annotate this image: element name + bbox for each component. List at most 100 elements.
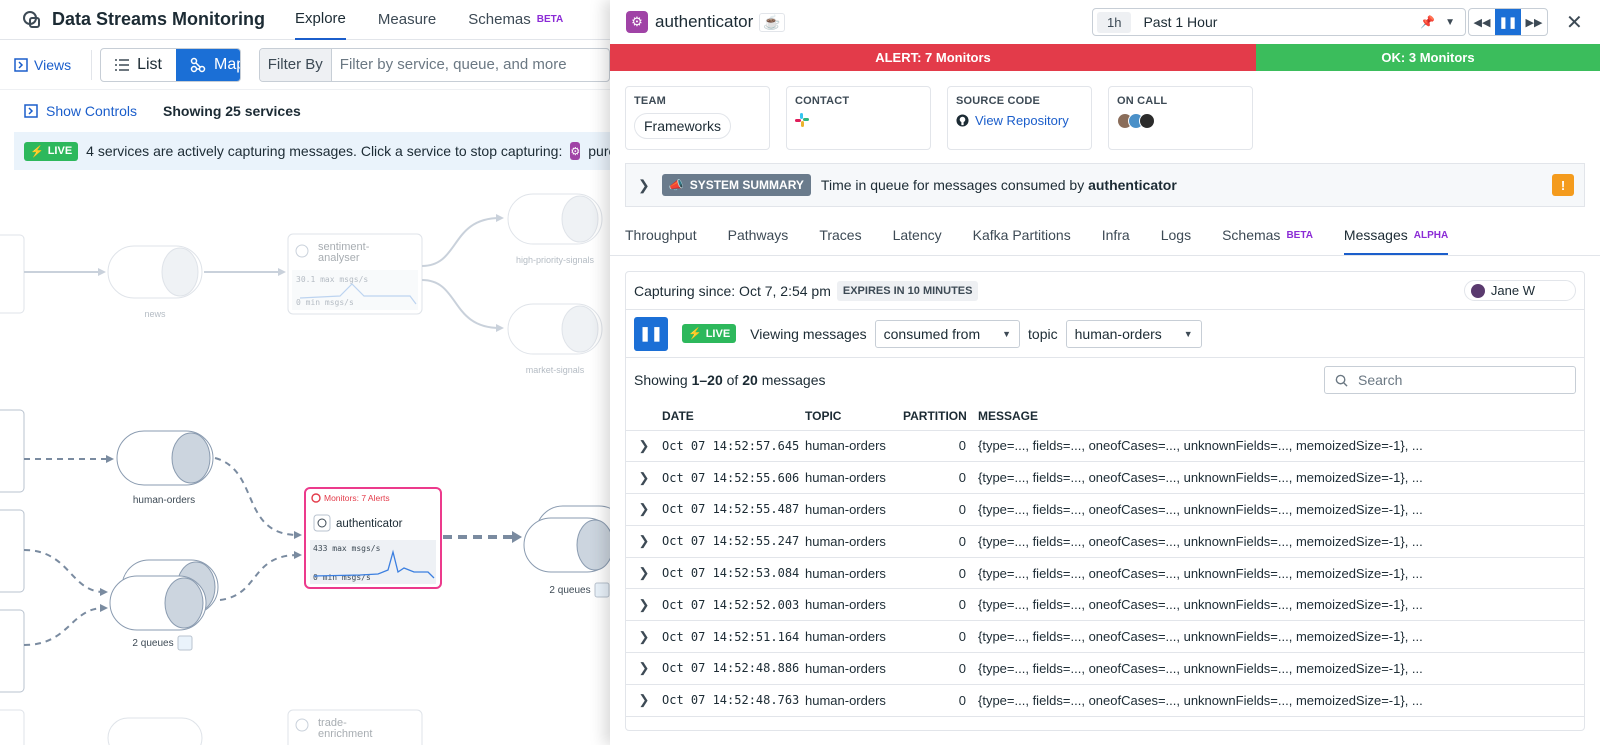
tab-kafka-partitions[interactable]: Kafka Partitions [973, 218, 1071, 255]
system-summary[interactable]: ❯ 📣 SYSTEM SUMMARY Time in queue for mess… [625, 163, 1585, 207]
offscreen-node[interactable] [0, 509, 25, 593]
table-row[interactable]: ❯ Oct 07 14:52:48.763 human-orders 0 {type=.… [626, 684, 1584, 717]
tab-latency[interactable]: Latency [893, 218, 942, 255]
column-header-topic[interactable]: TOPIC [805, 402, 903, 431]
offscreen-node[interactable] [0, 609, 25, 693]
live-message: 4 services are actively capturing messag… [86, 143, 563, 159]
beta-tag: BETA [1286, 230, 1313, 241]
arrow-head [512, 531, 522, 543]
edge [23, 549, 105, 593]
queue-human-orders[interactable] [116, 430, 214, 486]
expand-row-chevron-icon[interactable]: ❯ [626, 430, 662, 463]
tab-infra[interactable]: Infra [1102, 218, 1130, 255]
expand-row-chevron-icon[interactable]: ❯ [626, 684, 662, 717]
tab-label: Messages [1343, 227, 1408, 243]
column-header-partition[interactable]: PARTITION [903, 402, 978, 431]
tab-pathways[interactable]: Pathways [728, 218, 789, 255]
nav-tab-schemas[interactable]: Schemas BETA [468, 0, 563, 40]
service-node-trade-enrichment[interactable]: trade- enrichment [0, 709, 423, 745]
expand-queues-button[interactable] [177, 635, 193, 651]
chevron-right-icon[interactable]: ❯ [638, 177, 650, 194]
warning-icon: ! [1552, 174, 1574, 196]
cell-partition: 0 [903, 461, 978, 495]
table-row[interactable]: ❯ Oct 07 14:52:57.645 human-orders 0 {type=.… [626, 430, 1584, 463]
team-pill[interactable]: Frameworks [634, 113, 732, 139]
rewind-button[interactable]: ◀◀ [1469, 9, 1495, 35]
cell-date: Oct 07 14:52:52.003 [662, 588, 805, 622]
queue-high-priority-signals[interactable] [507, 193, 603, 245]
tab-throughput[interactable]: Throughput [625, 218, 697, 255]
service-node-authenticator[interactable]: Monitors: 7 Alerts authenticator 433 max… [304, 487, 442, 589]
cell-partition: 0 [903, 684, 978, 717]
nav-tab-label: Explore [295, 10, 346, 27]
offscreen-node[interactable] [0, 409, 25, 493]
expand-row-chevron-icon[interactable]: ❯ [626, 493, 662, 526]
time-range-picker[interactable]: 1h Past 1 Hour 📌 ▼ [1092, 8, 1466, 36]
column-header-message[interactable]: MESSAGE [978, 402, 1584, 431]
pause-capture-button[interactable]: ❚❚ [634, 316, 668, 351]
expand-row-chevron-icon[interactable]: ❯ [626, 652, 662, 685]
faded-map-region: news sentiment- analyser 30.1 max msgs/s… [0, 193, 603, 375]
tab-schemas[interactable]: Schemas BETA [1222, 218, 1313, 255]
live-badge-label: LIVE [705, 327, 731, 340]
direction-select[interactable]: consumed from ▼ [874, 319, 1021, 348]
expand-row-chevron-icon[interactable]: ❯ [626, 557, 662, 590]
table-row[interactable]: ❯ Oct 07 14:52:53.084 human-orders 0 {type=.… [626, 557, 1584, 590]
service-node-sentiment-analyser[interactable]: sentiment- analyser 30.1 max msgs/s 0 mi… [287, 233, 423, 315]
expand-queues-button[interactable] [594, 582, 610, 598]
table-row[interactable]: ❯ Oct 07 14:52:51.164 human-orders 0 {type=.… [626, 620, 1584, 654]
user-chip[interactable]: Jane W [1463, 280, 1576, 301]
fast-forward-button[interactable]: ▶▶ [1521, 9, 1547, 35]
cell-message: {type=..., fields=..., oneofCases=..., u… [978, 461, 1584, 495]
filter-input[interactable]: Filter by service, queue, and more [332, 56, 567, 73]
system-summary-badge-label: SYSTEM SUMMARY [689, 178, 804, 192]
table-row[interactable]: ❯ Oct 07 14:52:55.487 human-orders 0 {type=.… [626, 493, 1584, 526]
column-header-date[interactable]: DATE [662, 402, 805, 431]
tab-label: Traces [819, 227, 862, 243]
queue-group-left[interactable] [109, 559, 219, 631]
map-view-button[interactable]: Map [176, 48, 240, 81]
queue-group-right[interactable] [523, 505, 610, 573]
expand-row-chevron-icon[interactable]: ❯ [626, 525, 662, 558]
expand-row-chevron-icon[interactable]: ❯ [626, 461, 662, 495]
views-button[interactable]: Views [14, 49, 93, 80]
tab-logs[interactable]: Logs [1161, 218, 1191, 255]
queue-market-signals[interactable] [507, 303, 603, 355]
edge [421, 279, 501, 329]
table-row[interactable]: ❯ Oct 07 14:52:48.886 human-orders 0 {type=.… [626, 652, 1584, 685]
ok-monitors-segment[interactable]: OK: 3 Monitors [1256, 44, 1600, 71]
filter-bar[interactable]: Filter By Filter by service, queue, and … [258, 47, 610, 82]
show-controls-link[interactable]: Show Controls [46, 103, 137, 119]
megaphone-icon: 📣 [668, 178, 684, 192]
list-view-button[interactable]: List [101, 49, 176, 81]
nav-tab-explore[interactable]: Explore [295, 0, 346, 40]
cell-message: {type=..., fields=..., oneofCases=..., u… [978, 557, 1584, 590]
live-badge: ⚡ LIVE [682, 324, 737, 343]
nav-tab-label: Schemas [468, 11, 531, 28]
on-call-avatars[interactable] [1117, 113, 1244, 129]
table-row[interactable]: ❯ Oct 07 14:52:52.003 human-orders 0 {type=.… [626, 588, 1584, 622]
slack-icon[interactable] [795, 113, 922, 130]
pin-icon[interactable]: 📌 [1420, 15, 1435, 29]
pause-button[interactable]: ❚❚ [1495, 9, 1521, 35]
table-row[interactable]: ❯ Oct 07 14:52:55.606 human-orders 0 {type=.… [626, 461, 1584, 495]
tab-messages[interactable]: Messages ALPHA [1343, 218, 1449, 255]
cell-message: {type=..., fields=..., oneofCases=..., u… [978, 652, 1584, 685]
topic-select[interactable]: human-orders ▼ [1065, 319, 1202, 348]
live-service-link[interactable]: purchas [588, 143, 610, 159]
alert-monitors-segment[interactable]: ALERT: 7 Monitors [610, 44, 1256, 71]
offscreen-node[interactable] [0, 234, 25, 314]
search-input[interactable]: Search [1324, 366, 1576, 394]
avatar [1139, 113, 1155, 129]
queue-news[interactable] [107, 245, 203, 299]
tab-traces[interactable]: Traces [819, 218, 861, 255]
cell-partition: 0 [903, 430, 978, 463]
close-icon[interactable]: ✕ [1566, 10, 1583, 35]
view-repository-link[interactable]: View Repository [956, 113, 1083, 128]
table-row[interactable]: ❯ Oct 07 14:52:55.247 human-orders 0 {type=.… [626, 525, 1584, 558]
nav-tab-measure[interactable]: Measure [378, 0, 436, 40]
arrow-head [294, 531, 302, 539]
expand-row-chevron-icon[interactable]: ❯ [626, 588, 662, 622]
chevron-down-icon[interactable]: ▼ [1445, 17, 1455, 28]
expand-row-chevron-icon[interactable]: ❯ [626, 620, 662, 654]
